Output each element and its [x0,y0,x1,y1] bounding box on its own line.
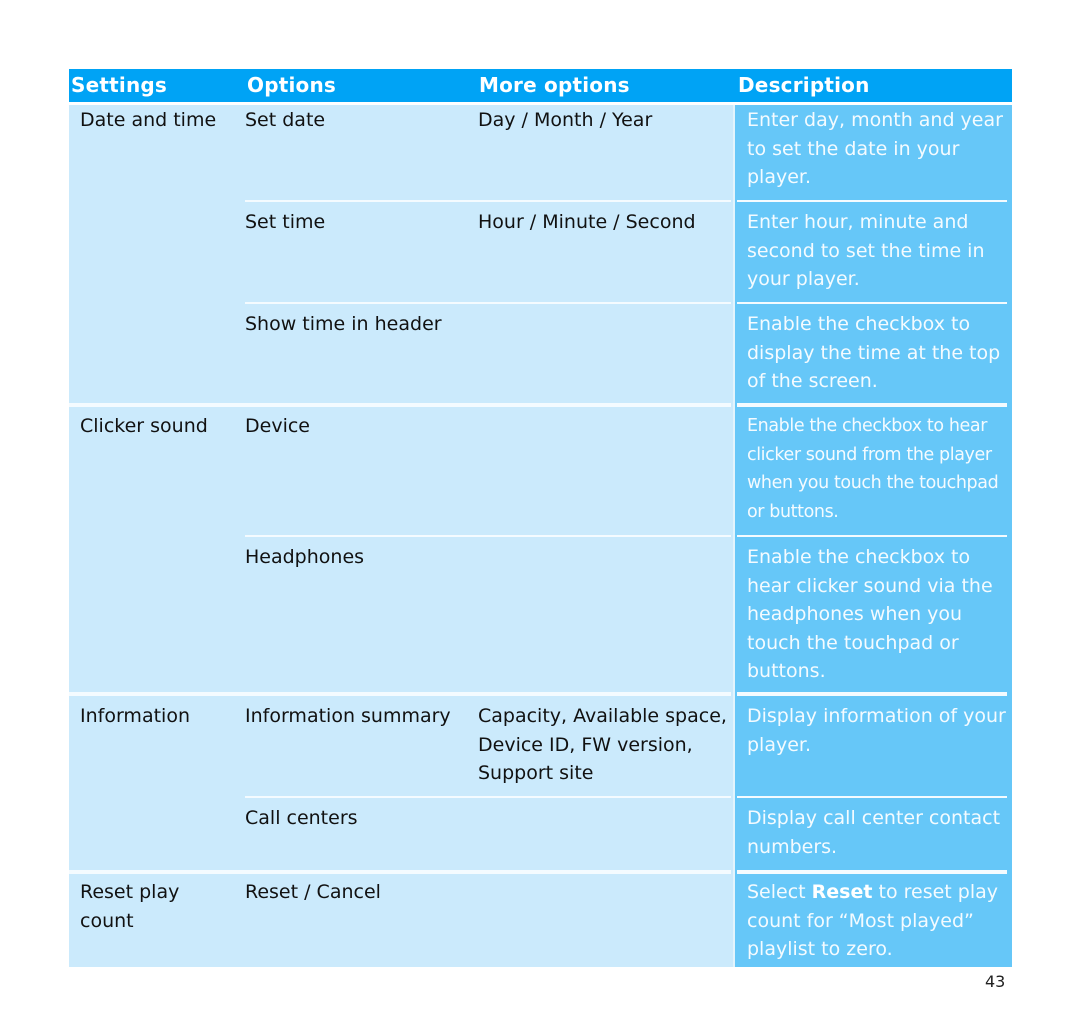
setting-cell: Information [80,705,190,727]
option-cell: Set date [245,109,326,131]
header-options: Options [247,73,337,97]
row-divider [245,200,731,202]
header-more-options: More options [479,73,630,97]
setting-cell: Date and time [80,109,217,131]
option-cell: Headphones [245,546,365,568]
group-divider [69,403,731,407]
option-cell: Information summary [245,705,451,727]
more-options-cell: Hour / Minute / Second [478,211,696,233]
page-number: 43 [985,972,1006,991]
option-cell: Reset / Cancel [245,881,381,903]
description-cell: Enable the checkbox to hear clicker soun… [747,546,993,682]
description-cell: Enable the checkbox to display the time … [747,313,1001,392]
group-divider [69,870,731,874]
group-divider [69,692,731,696]
header-description: Description [738,73,870,97]
description-cell: Enable the checkbox to hear clicker soun… [747,416,999,522]
description-text: Select [747,881,812,903]
row-divider [245,535,731,537]
option-cell: Call centers [245,807,358,829]
table-header: Settings Options More options Descriptio… [69,69,1012,102]
description-cell: Select Reset to reset play count for “Mo… [747,878,1012,964]
row-divider [245,302,731,304]
reset-keyword: Reset [811,881,873,903]
row-divider [737,200,1007,202]
row-divider [737,535,1007,537]
row-divider [245,796,731,798]
group-divider [737,692,1007,696]
group-divider [737,870,1007,874]
option-cell: Device [245,415,310,437]
description-cell: Display call center contact numbers. [747,807,1001,858]
description-cell: Enter hour, minute and second to set the… [747,211,985,290]
more-options-cell: Capacity, Available space, Device ID, FW… [478,705,727,784]
row-divider [737,796,1007,798]
setting-cell: Clicker sound [80,415,208,437]
description-cell: Display information of your player. [747,705,1006,756]
setting-cell: Reset play count [80,881,180,932]
description-cell: Enter day, month and year to set the dat… [747,109,1003,188]
group-divider [737,403,1007,407]
option-cell: Show time in header [245,313,442,335]
more-options-cell: Day / Month / Year [478,109,653,131]
row-divider [737,302,1007,304]
option-cell: Set time [245,211,326,233]
header-settings: Settings [71,73,168,97]
